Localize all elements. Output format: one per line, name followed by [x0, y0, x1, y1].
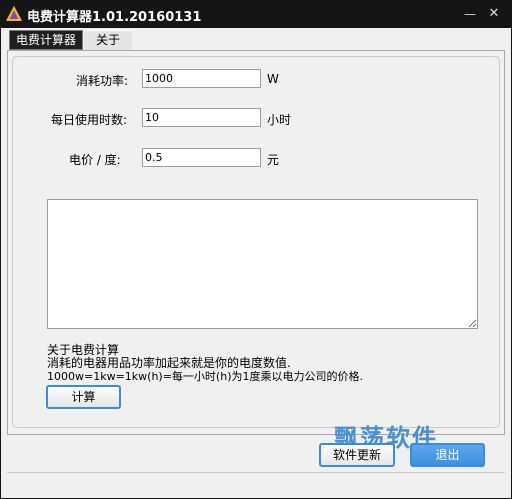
- calculator-panel: 消耗功率: W 每日使用时数: 小时 电价 / 度: 元 关于电费计算 消耗的电…: [7, 50, 505, 435]
- close-button[interactable]: ✕: [483, 4, 505, 24]
- power-label: 消耗功率:: [76, 74, 129, 88]
- exit-button[interactable]: 退出: [410, 443, 485, 467]
- window-title: 电费计算器1.01.20160131: [27, 10, 202, 25]
- calculator-group: 消耗功率: W 每日使用时数: 小时 电价 / 度: 元 关于电费计算 消耗的电…: [12, 56, 500, 428]
- hours-label: 每日使用时数:: [51, 113, 128, 127]
- app-logo-icon: [6, 6, 22, 21]
- update-button[interactable]: 软件更新: [319, 443, 395, 467]
- price-input[interactable]: [142, 148, 261, 167]
- minimize-button[interactable]: —: [459, 4, 481, 24]
- calculate-button[interactable]: 计算: [46, 385, 121, 409]
- price-label: 电价 / 度:: [69, 153, 121, 167]
- title-bar: 电费计算器1.01.20160131 — ✕: [0, 0, 512, 28]
- tab-about[interactable]: 关于: [84, 30, 132, 50]
- price-unit: 元: [267, 153, 280, 167]
- result-textarea[interactable]: [47, 199, 478, 329]
- window-client-area: 电费计算器 关于 消耗功率: W 每日使用时数: 小时 电价 / 度: 元 关于…: [0, 28, 512, 499]
- hours-unit: 小时: [267, 113, 292, 127]
- power-unit: W: [267, 72, 279, 86]
- about-line-2: 1000w=1kw=1kw(h)=每一小时(h)为1度乘以电力公司的价格.: [47, 370, 363, 383]
- status-divider: [7, 472, 505, 473]
- tab-calculator[interactable]: 电费计算器: [9, 30, 83, 50]
- power-input[interactable]: [142, 69, 261, 88]
- hours-input[interactable]: [142, 108, 261, 127]
